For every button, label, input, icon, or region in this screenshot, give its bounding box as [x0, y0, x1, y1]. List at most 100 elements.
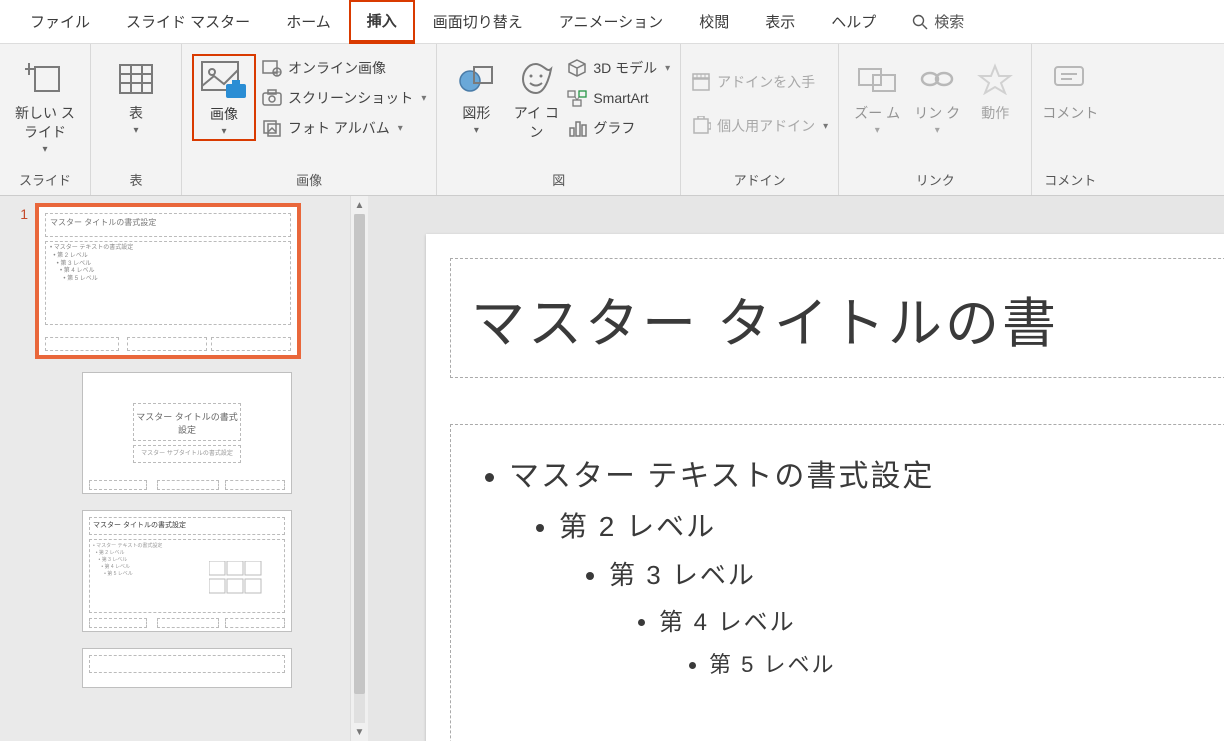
chevron-down-icon: ▾	[421, 93, 426, 104]
cube-icon	[567, 58, 587, 78]
thumb-title-ph: マスター タイトルの書式 設定	[133, 403, 241, 441]
screenshot-button[interactable]: スクリーンショット ▾	[262, 86, 426, 110]
chevron-down-icon: ▾	[474, 125, 479, 136]
new-slide-button[interactable]: 新しい スライド ▾	[10, 54, 80, 155]
group-addins: アドインを入手 個人用アドイン ▾ アドイン	[681, 44, 839, 195]
group-images: 画像 ▾ オンライン画像 スクリーンショット ▾ フォト アルバム ▾	[182, 44, 437, 195]
comment-button[interactable]: コメント	[1042, 54, 1098, 123]
chevron-down-icon: ▾	[935, 125, 940, 136]
photo-album-button[interactable]: フォト アルバム ▾	[262, 116, 426, 140]
thumbnail-row	[18, 648, 364, 688]
group-illustrations-label: 図	[552, 166, 565, 195]
thumb-footer-ph	[127, 337, 207, 351]
group-illustrations: 図形 ▾ アイ コン 3D モデル ▾ SmartArt	[437, 44, 681, 195]
thumb-footer-ph	[45, 337, 119, 351]
tab-home[interactable]: ホーム	[268, 0, 349, 44]
thumbnail-row: マスター タイトルの書式 設定 マスター サブタイトルの書式設定	[18, 372, 364, 494]
thumbnail-layout[interactable]	[82, 648, 292, 688]
chevron-down-icon: ▾	[398, 123, 403, 134]
thumbnail-scrollbar[interactable]: ▲ ▼	[350, 196, 368, 741]
tab-insert[interactable]: 挿入	[349, 0, 415, 44]
chart-label: グラフ	[593, 118, 635, 138]
thumb-footer-ph	[157, 618, 219, 628]
my-addins-button[interactable]: 個人用アドイン ▾	[691, 114, 828, 138]
body-placeholder[interactable]: マスター テキストの書式設定 第 2 レベル 第 3 レベル 第 4 レベル 第…	[450, 424, 1224, 741]
thumbnail-master[interactable]: マスター タイトルの書式設定 • マスター テキストの書式設定 • 第 2 レベ…	[38, 206, 298, 356]
thumbnail-layout[interactable]: マスター タイトルの書式 設定 マスター サブタイトルの書式設定	[82, 372, 292, 494]
menu-tabs: ファイル スライド マスター ホーム 挿入 画面切り替え アニメーション 校閲 …	[0, 0, 1224, 44]
shapes-label: 図形	[462, 104, 490, 123]
comment-label: コメント	[1042, 104, 1098, 123]
chevron-down-icon: ▾	[42, 144, 47, 155]
link-label: リン ク	[914, 104, 960, 123]
3d-models-button[interactable]: 3D モデル ▾	[567, 56, 670, 80]
screenshot-icon	[262, 88, 282, 108]
scroll-thumb[interactable]	[354, 214, 365, 694]
3d-models-label: 3D モデル	[593, 58, 657, 78]
table-label: 表	[129, 104, 143, 123]
online-pictures-button[interactable]: オンライン画像	[262, 56, 426, 80]
new-slide-label: 新しい スライド	[10, 104, 80, 142]
chevron-down-icon: ▾	[221, 126, 226, 137]
group-tables: 表 ▾ 表	[91, 44, 182, 195]
smartart-icon	[567, 88, 587, 108]
picture-icon	[200, 60, 248, 104]
chart-button[interactable]: グラフ	[567, 116, 670, 140]
my-addins-label: 個人用アドイン	[717, 116, 815, 136]
online-pictures-label: オンライン画像	[288, 58, 386, 78]
thumbnail-layout[interactable]: マスター タイトルの書式設定 • マスター テキストの書式設定 • 第 2 レベ…	[82, 510, 292, 632]
scroll-down-icon[interactable]: ▼	[351, 723, 368, 741]
thumb-title-ph: マスター タイトルの書式設定	[45, 213, 291, 237]
group-links: ズー ム ▾ リン ク ▾ 動作 リンク	[839, 44, 1032, 195]
search-box[interactable]: 検索	[894, 11, 964, 32]
chart-icon	[567, 118, 587, 138]
get-addins-button[interactable]: アドインを入手	[691, 70, 828, 94]
tab-view[interactable]: 表示	[747, 0, 813, 44]
chevron-down-icon: ▾	[875, 125, 880, 136]
thumb-body-ph: • マスター テキストの書式設定 • 第 2 レベル • 第 3 レベル • 第…	[45, 241, 291, 325]
zoom-button[interactable]: ズー ム ▾	[849, 54, 905, 136]
workspace: 1 マスター タイトルの書式設定 • マスター テキストの書式設定 • 第 2 …	[0, 196, 1224, 741]
body-level2: 第 2 レベル 第 3 レベル 第 4 レベル 第 5 レベル	[559, 505, 1224, 679]
tab-review[interactable]: 校閲	[681, 0, 747, 44]
shapes-button[interactable]: 図形 ▾	[447, 54, 505, 136]
thumbnail-row: マスター タイトルの書式設定 • マスター テキストの書式設定 • 第 2 レベ…	[18, 510, 364, 632]
slide-editor: マスター タイトルの書 マスター テキストの書式設定 第 2 レベル 第 3 レ…	[368, 196, 1224, 741]
thumbnail-number: 1	[18, 206, 28, 222]
link-button[interactable]: リン ク ▾	[911, 54, 963, 136]
thumb-footer-ph	[225, 480, 285, 490]
action-icon	[974, 58, 1016, 100]
table-button[interactable]: 表 ▾	[101, 54, 171, 136]
online-pictures-icon	[262, 58, 282, 78]
icons-button[interactable]: アイ コン	[511, 54, 561, 142]
tab-file[interactable]: ファイル	[12, 0, 108, 44]
thumb-footer-ph	[89, 618, 147, 628]
addin-icon	[691, 116, 711, 136]
slide-thumbnail-panel: 1 マスター タイトルの書式設定 • マスター テキストの書式設定 • 第 2 …	[0, 196, 368, 741]
photo-album-label: フォト アルバム	[288, 118, 390, 138]
smartart-button[interactable]: SmartArt	[567, 86, 670, 110]
action-button[interactable]: 動作	[969, 54, 1021, 123]
group-comments: コメント コメント	[1032, 44, 1108, 195]
title-placeholder[interactable]: マスター タイトルの書	[450, 258, 1224, 378]
group-slides: 新しい スライド ▾ スライド	[0, 44, 91, 195]
photo-album-icon	[262, 118, 282, 138]
zoom-icon	[856, 58, 898, 100]
comment-icon	[1049, 58, 1091, 100]
pictures-button[interactable]: 画像 ▾	[192, 54, 256, 141]
slide-master-canvas[interactable]: マスター タイトルの書 マスター テキストの書式設定 第 2 レベル 第 3 レ…	[426, 234, 1224, 741]
body-level3: 第 3 レベル 第 4 レベル 第 5 レベル	[609, 555, 1224, 679]
zoom-label: ズー ム	[854, 104, 900, 123]
icons-icon	[515, 58, 557, 100]
group-addins-label: アドイン	[734, 166, 786, 195]
tab-animations[interactable]: アニメーション	[541, 0, 681, 44]
tab-help[interactable]: ヘルプ	[813, 0, 894, 44]
thumb-title-ph: マスター タイトルの書式設定	[89, 517, 285, 535]
smartart-label: SmartArt	[593, 90, 648, 106]
scroll-up-icon[interactable]: ▲	[351, 196, 368, 214]
body-level4: 第 4 レベル 第 5 レベル	[659, 602, 1224, 679]
screenshot-label: スクリーンショット	[288, 88, 413, 108]
tab-transitions[interactable]: 画面切り替え	[415, 0, 541, 44]
thumb-footer-ph	[211, 337, 291, 351]
tab-slide-master[interactable]: スライド マスター	[108, 0, 268, 44]
